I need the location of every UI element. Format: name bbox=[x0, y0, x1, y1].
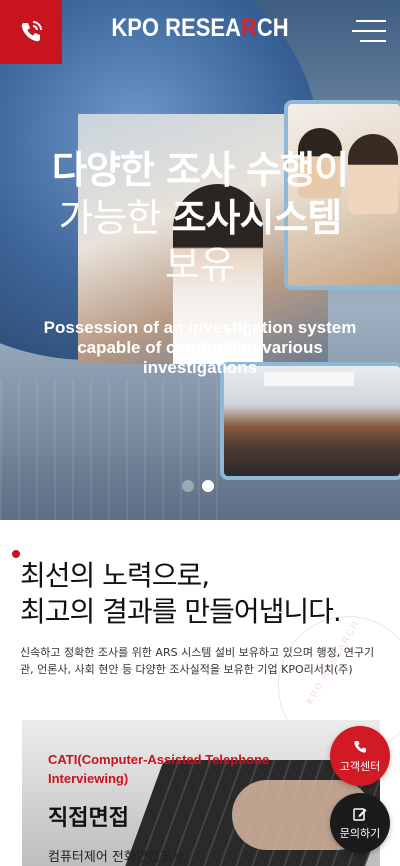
hero-line-2: 가능한 조사시스템 bbox=[58, 196, 343, 240]
hero-headline: 다양한 조사 수행이 가능한 조사시스템 보유 bbox=[0, 146, 400, 288]
card-subtitle: 컴퓨터제어 전화면접조사 bbox=[48, 850, 184, 865]
slider-pagination bbox=[182, 480, 214, 492]
edit-icon bbox=[353, 807, 367, 821]
accent-dot bbox=[12, 550, 20, 558]
phone-icon bbox=[354, 740, 366, 753]
hero-english-caption: Possession of an investigation system ca… bbox=[43, 318, 357, 377]
card-english-title: CATI(Computer-Assisted Telephone Intervi… bbox=[48, 752, 270, 786]
hero-photo-call-center bbox=[220, 362, 400, 480]
customer-center-button[interactable]: 고객센터 bbox=[330, 726, 390, 786]
card-title: 직접면접 bbox=[48, 806, 129, 831]
slide-dot-2[interactable] bbox=[202, 480, 214, 492]
hero-line-1: 다양한 조사 수행이 bbox=[51, 148, 349, 192]
site-logo[interactable]: KPO RESEARCH bbox=[24, 14, 376, 43]
service-card-cati[interactable]: CATI(Computer-Assisted Telephone Intervi… bbox=[22, 720, 380, 866]
menu-button[interactable] bbox=[352, 18, 386, 44]
inquiry-button[interactable]: 문의하기 bbox=[330, 793, 390, 853]
site-header: KPO RESEARCH bbox=[0, 0, 400, 64]
slide-dot-1[interactable] bbox=[182, 480, 194, 492]
hamburger-menu-icon bbox=[356, 20, 386, 22]
hero-slider[interactable]: 다양한 조사 수행이 가능한 조사시스템 보유 Possession of an… bbox=[0, 0, 400, 520]
hero-decoration bbox=[0, 380, 230, 520]
hero-line-3: 보유 bbox=[165, 243, 235, 287]
intro-title: 최선의 노력으로, 최고의 결과를 만들어냅니다. bbox=[20, 559, 342, 628]
